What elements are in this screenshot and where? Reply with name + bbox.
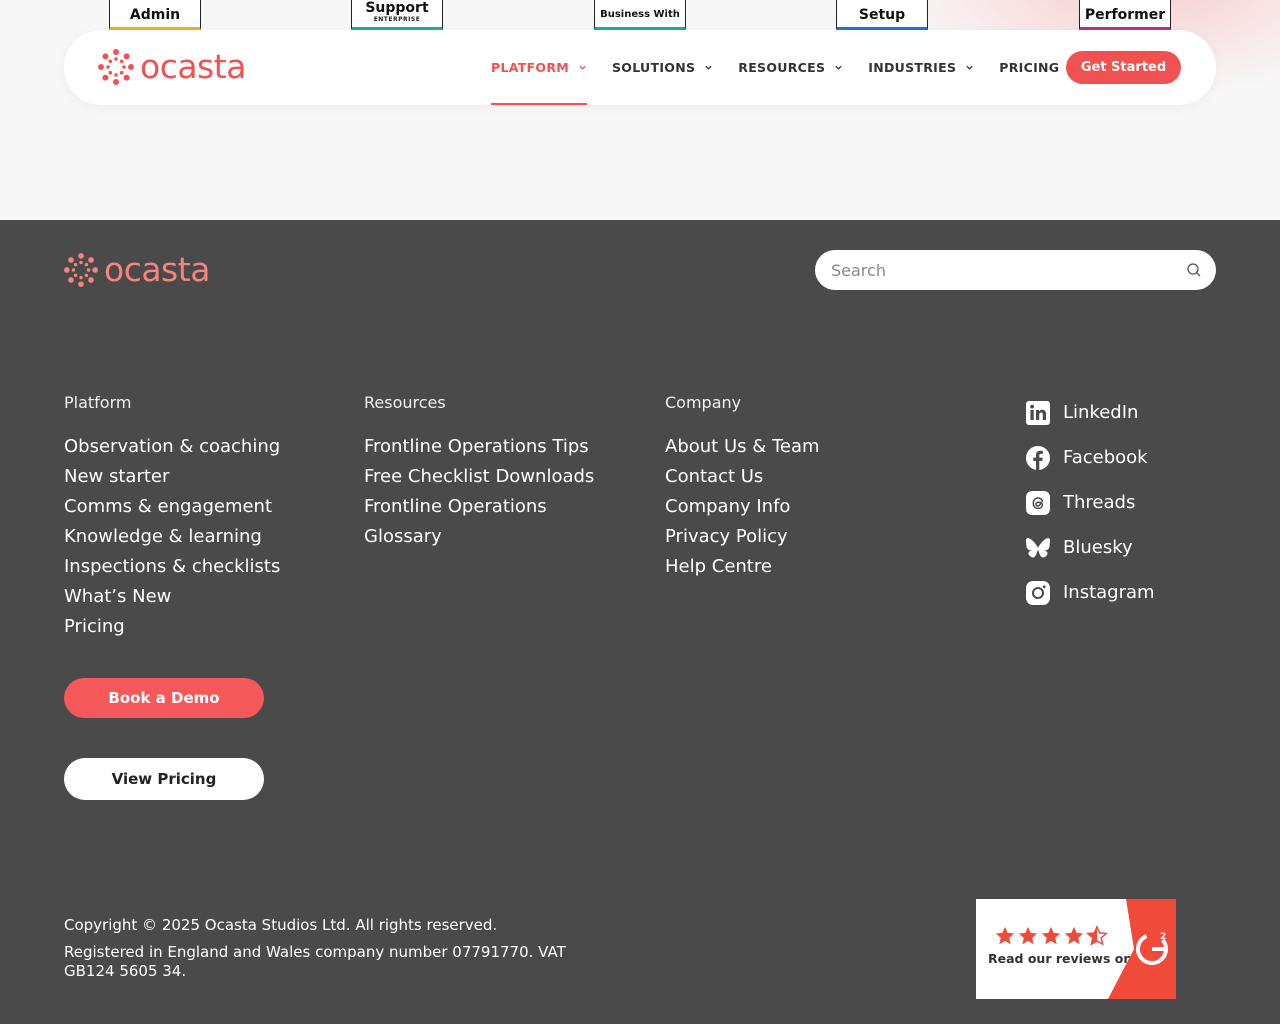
threads-icon: [1026, 490, 1050, 515]
award-badge: Setup: [836, 0, 928, 30]
badge-title: Business With: [600, 9, 680, 20]
legal-info: Copyright © 2025 Ocasta Studios Ltd. All…: [64, 916, 604, 981]
footer-link[interactable]: New starter: [64, 462, 280, 492]
footer-column-platform: Platform Observation & coaching New star…: [64, 392, 280, 642]
social-links: LinkedIn Facebook Threads Bluesky Instag…: [1025, 390, 1155, 615]
star-icon: [1064, 926, 1084, 945]
social-label: Facebook: [1063, 447, 1148, 468]
instagram-icon: [1026, 580, 1050, 605]
badge-title: Support: [365, 0, 429, 16]
search-box: [815, 250, 1216, 290]
award-badge: Support ENTERPRISE: [351, 0, 443, 30]
facebook-icon: [1026, 445, 1050, 470]
nav-item-label: RESOURCES: [738, 60, 826, 75]
hero-area: Admin Support ENTERPRISE Business With Se…: [0, 0, 1280, 220]
nav-item-label: PLATFORM: [491, 60, 569, 75]
g2-label: Read our reviews on: [988, 951, 1133, 966]
nav-item-label: SOLUTIONS: [612, 60, 696, 75]
footer-link[interactable]: Knowledge & learning: [64, 522, 280, 552]
nav-item-solutions[interactable]: SOLUTIONS: [612, 30, 713, 105]
social-link-facebook[interactable]: Facebook: [1025, 435, 1155, 480]
column-title: Company: [665, 393, 742, 412]
nav-item-resources[interactable]: RESOURCES: [738, 30, 843, 105]
star-icon: [1018, 926, 1038, 945]
award-badge: Admin: [109, 0, 201, 30]
chevron-down-icon: [835, 65, 842, 70]
ocasta-logo-icon: [98, 49, 134, 85]
registration-text: Registered in England and Wales company …: [64, 943, 566, 980]
get-started-button[interactable]: Get Started: [1066, 51, 1181, 84]
award-badge: Business With: [594, 0, 686, 30]
column-title: Resources: [364, 393, 446, 412]
rating-stars: [994, 925, 1109, 947]
footer-link[interactable]: Privacy Policy: [665, 522, 820, 552]
column-title: Platform: [64, 393, 132, 412]
brand-logo[interactable]: ocasta: [98, 49, 246, 85]
social-link-threads[interactable]: Threads: [1025, 480, 1155, 525]
social-label: LinkedIn: [1063, 402, 1139, 423]
search-input[interactable]: [831, 260, 1171, 280]
brand-name: ocasta: [104, 250, 210, 289]
footer-column-company: Company About Us & Team Contact Us Compa…: [665, 392, 820, 582]
star-icon: [1041, 926, 1061, 945]
main-nav: PLATFORM SOLUTIONS RESOURCES INDUSTRIES …: [491, 30, 1084, 105]
footer-link[interactable]: Observation & coaching: [64, 432, 280, 462]
search-icon[interactable]: [1186, 262, 1202, 278]
book-demo-button[interactable]: Book a Demo: [64, 678, 264, 718]
copyright-text: Copyright © 2025 Ocasta Studios Ltd. All…: [64, 916, 498, 934]
nav-item-label: PRICING: [999, 60, 1060, 75]
social-label: Threads: [1063, 492, 1136, 513]
svg-text:2: 2: [1160, 932, 1166, 942]
g2-reviews-badge[interactable]: Read our reviews on 2: [976, 899, 1176, 999]
footer-link[interactable]: Frontline Operations Tips: [364, 432, 594, 462]
g2-logo-icon: 2: [1108, 899, 1176, 999]
brand-name: ocasta: [140, 47, 246, 86]
badge-subtitle: ENTERPRISE: [373, 16, 421, 23]
footer-link[interactable]: Free Checklist Downloads: [364, 462, 594, 492]
social-link-instagram[interactable]: Instagram: [1025, 570, 1155, 615]
chevron-down-icon: [966, 65, 973, 70]
badge-title: Performer: [1084, 7, 1166, 23]
nav-item-industries[interactable]: INDUSTRIES: [868, 30, 974, 105]
footer-link[interactable]: About Us & Team: [665, 432, 820, 462]
footer-logo[interactable]: ocasta: [64, 252, 210, 288]
footer-link[interactable]: Inspections & checklists: [64, 552, 280, 582]
social-label: Instagram: [1063, 582, 1155, 603]
view-pricing-button[interactable]: View Pricing: [64, 758, 264, 800]
nav-item-platform[interactable]: PLATFORM: [491, 30, 587, 105]
linkedin-icon: [1026, 400, 1050, 425]
nav-item-pricing[interactable]: PRICING: [999, 30, 1059, 105]
award-badge: Performer: [1079, 0, 1171, 30]
badge-title: Admin: [129, 7, 181, 23]
star-half-icon: [1086, 925, 1108, 946]
social-link-linkedin[interactable]: LinkedIn: [1025, 390, 1155, 435]
star-icon: [995, 926, 1015, 945]
chevron-down-icon: [579, 65, 586, 70]
footer-link[interactable]: Contact Us: [665, 462, 820, 492]
social-label: Bluesky: [1063, 537, 1133, 558]
footer-link[interactable]: Help Centre: [665, 552, 820, 582]
bluesky-icon: [1026, 537, 1050, 558]
ocasta-logo-icon: [64, 253, 98, 287]
chevron-down-icon: [705, 65, 712, 70]
nav-item-label: INDUSTRIES: [868, 60, 957, 75]
footer-link[interactable]: What’s New: [64, 582, 280, 612]
social-link-bluesky[interactable]: Bluesky: [1025, 525, 1155, 570]
footer-link[interactable]: Comms & engagement: [64, 492, 280, 522]
footer-link[interactable]: Pricing: [64, 612, 280, 642]
badge-title: Setup: [858, 7, 906, 23]
footer-link[interactable]: Company Info: [665, 492, 820, 522]
footer-link[interactable]: Glossary: [364, 522, 594, 552]
navbar: ocasta PLATFORM SOLUTIONS RESOURCES INDU…: [64, 30, 1216, 105]
footer-link[interactable]: Frontline Operations: [364, 492, 594, 522]
footer-column-resources: Resources Frontline Operations Tips Free…: [364, 392, 594, 552]
